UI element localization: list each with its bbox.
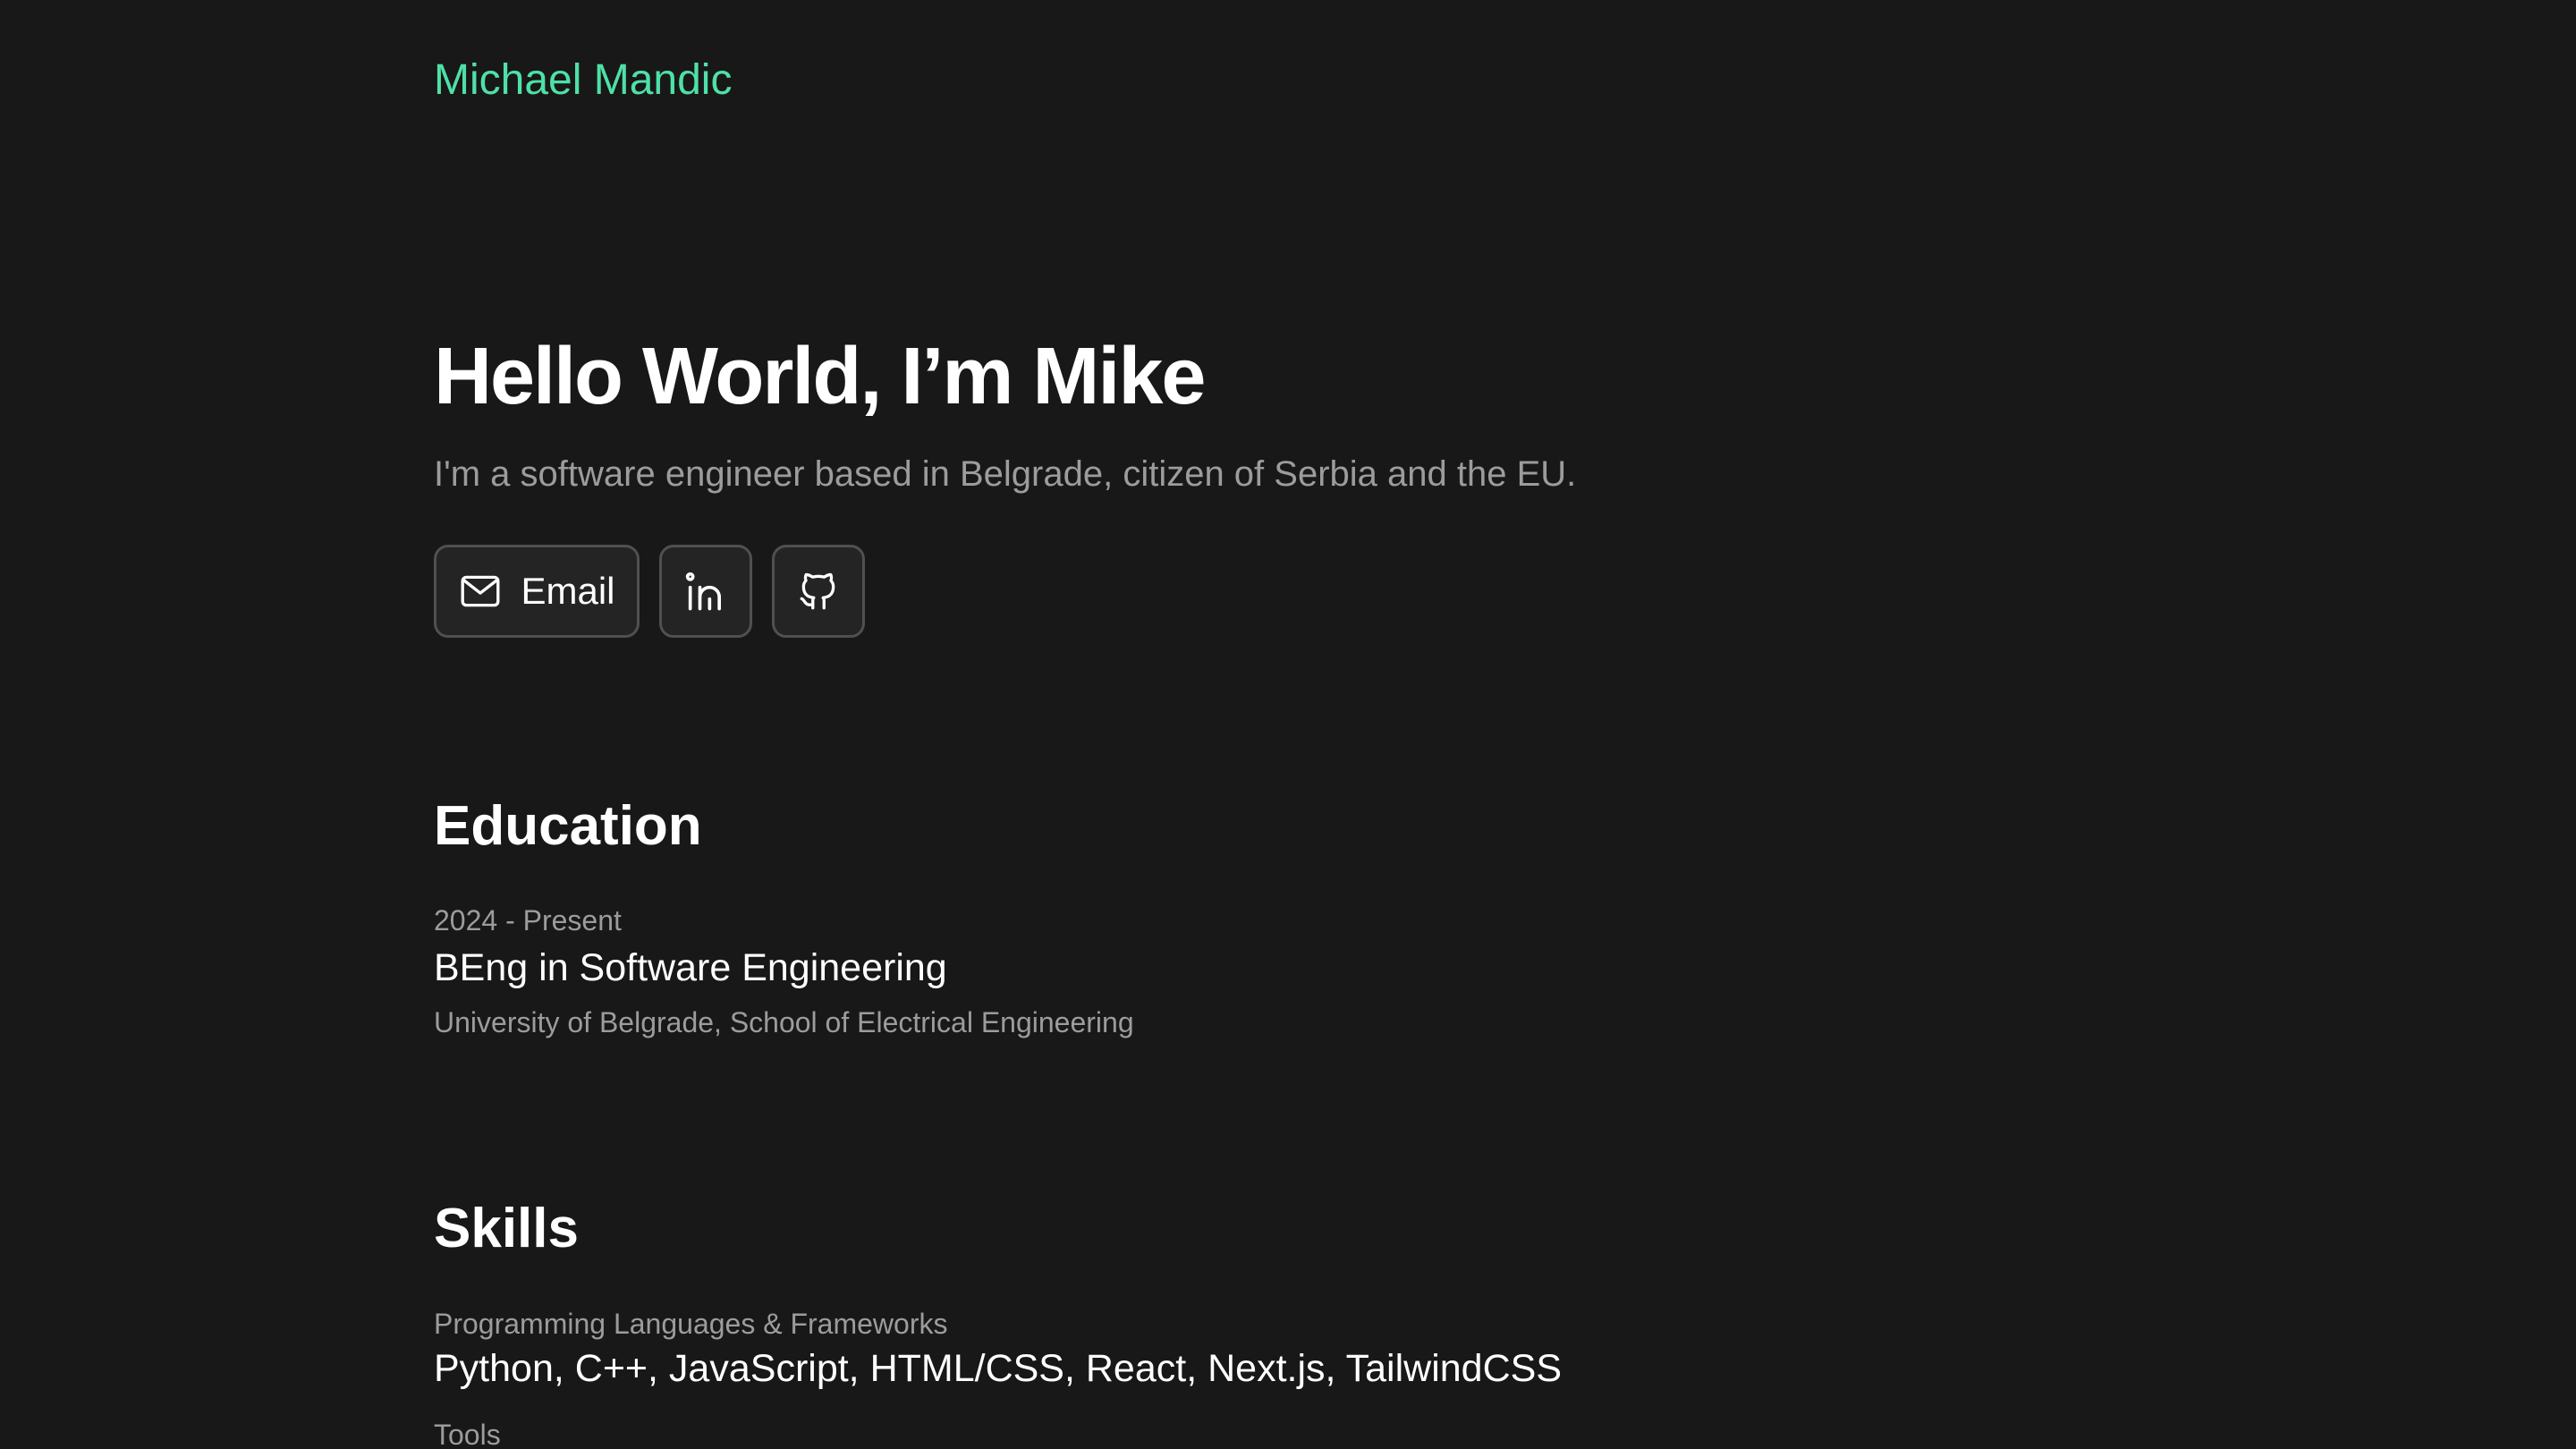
contact-links: Email	[434, 545, 865, 638]
portfolio-page: Michael Mandic Hello World, I’m Mike I'm…	[0, 0, 2576, 1449]
hero-subtitle: I'm a software engineer based in Belgrad…	[434, 454, 1577, 494]
education-degree: BEng in Software Engineering	[434, 946, 947, 989]
mail-icon	[458, 569, 503, 614]
site-brand-link[interactable]: Michael Mandic	[434, 55, 732, 105]
education-institution: University of Belgrade, School of Electr…	[434, 1006, 1134, 1038]
skills-title: Skills	[434, 1198, 579, 1259]
skills-group-label: Tools	[434, 1419, 501, 1449]
github-icon	[796, 569, 841, 614]
education-period: 2024 - Present	[434, 904, 622, 936]
email-button[interactable]: Email	[434, 545, 640, 638]
email-button-label: Email	[521, 570, 615, 612]
education-title: Education	[434, 795, 702, 857]
skills-group-value: Python, C++, JavaScript, HTML/CSS, React…	[434, 1347, 1563, 1390]
hero-title: Hello World, I’m Mike	[434, 332, 1206, 421]
skills-group-label: Programming Languages & Frameworks	[434, 1308, 948, 1340]
linkedin-button[interactable]	[659, 545, 752, 638]
github-button[interactable]	[772, 545, 865, 638]
linkedin-icon	[682, 568, 729, 614]
